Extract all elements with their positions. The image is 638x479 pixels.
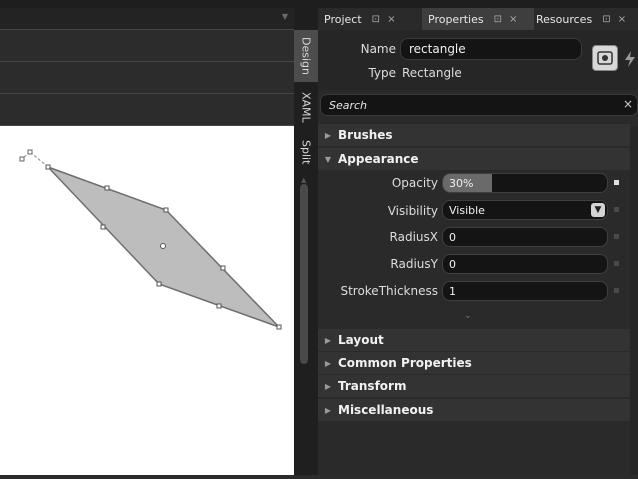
element-header: Name rectangle Type Rectangle [318,30,638,90]
resize-handle[interactable] [220,265,226,271]
radiusy-label: RadiusY [390,257,438,271]
type-value: Rectangle [402,66,462,80]
visibility-value: Visible [449,203,485,217]
section-brushes[interactable]: ▶ Brushes [318,124,630,146]
opacity-slider[interactable]: 30% [442,173,608,193]
search-input[interactable]: Search × [320,94,638,116]
collapsed-triangle-icon: ▶ [324,381,332,391]
section-transform-label: Transform [338,379,407,393]
radiusx-field[interactable]: 0 [442,227,608,247]
opacity-label: Opacity [391,176,438,190]
resize-handle[interactable] [156,281,162,287]
view-mode-icon[interactable] [592,45,618,71]
expand-more-icon[interactable]: ⌄ [464,311,472,321]
float-close-icon[interactable]: ⊡ × [494,14,520,25]
tab-resources-label: Resources [536,12,593,26]
section-transform[interactable]: ▶ Transform [318,375,630,397]
section-common-label: Common Properties [338,356,472,370]
property-marker[interactable] [614,234,619,239]
resize-handle[interactable] [216,303,222,309]
tab-resources[interactable]: Resources ⊡ × [530,8,638,30]
toolbar-row-1 [0,30,294,62]
clear-search-icon[interactable]: × [623,97,633,111]
tab-project-label: Project [324,12,362,26]
type-label: Type [368,66,396,80]
property-marker[interactable] [614,288,619,293]
events-lightning-icon[interactable] [622,45,638,71]
rotate-handle[interactable] [27,149,33,155]
visibility-select[interactable]: Visible ▼ [442,200,608,220]
section-appearance[interactable]: ▼ Appearance [318,148,630,170]
section-layout[interactable]: ▶ Layout [318,329,630,351]
toolbar-row-3 [0,94,294,126]
center-point-handle[interactable] [160,243,166,249]
chevron-down-icon[interactable]: ▼ [591,203,605,217]
property-marker[interactable] [614,207,619,212]
panel-tab-bar: Project ⊡ × Properties ⊡ × Resources ⊡ × [318,8,638,30]
tab-properties[interactable]: Properties ⊡ × [422,8,534,30]
float-close-icon[interactable]: ⊡ × [602,14,628,25]
resize-handle[interactable] [276,324,282,330]
properties-scrollbar[interactable] [630,126,638,475]
design-canvas[interactable] [0,126,294,475]
rectangle-shape[interactable] [0,126,294,475]
visibility-label: Visibility [387,204,438,218]
property-marker[interactable] [614,180,619,185]
collapsed-triangle-icon: ▶ [324,405,332,415]
section-miscellaneous[interactable]: ▶ Miscellaneous [318,399,630,421]
scrollbar-thumb[interactable] [300,184,308,364]
resize-handle[interactable] [104,185,110,191]
resize-handle[interactable] [163,207,169,213]
search-placeholder: Search [329,98,368,112]
document-tab-strip: ▼ [0,8,294,30]
collapsed-triangle-icon: ▶ [324,335,332,345]
radiusy-field[interactable]: 0 [442,254,608,274]
section-brushes-label: Brushes [338,128,393,142]
tab-xaml[interactable]: XAML [294,84,318,130]
property-marker[interactable] [614,261,619,266]
dropdown-triangle-icon[interactable]: ▼ [282,12,288,21]
strokethickness-field[interactable]: 1 [442,281,608,301]
panel-top-edge [318,0,638,8]
tab-project[interactable]: Project ⊡ × [318,8,424,30]
opacity-value: 30% [449,176,474,190]
tab-design[interactable]: Design [294,30,318,82]
section-appearance-label: Appearance [338,152,419,166]
expanded-triangle-icon: ▼ [324,154,332,164]
section-misc-label: Miscellaneous [338,403,434,417]
collapsed-triangle-icon: ▶ [324,130,332,140]
float-close-icon[interactable]: ⊡ × [372,14,398,25]
tab-split[interactable]: Split [294,132,318,172]
resize-handle[interactable] [45,164,51,170]
resize-handle[interactable] [100,224,106,230]
tab-properties-label: Properties [428,12,484,26]
rotate-handle[interactable] [19,156,25,162]
name-field[interactable]: rectangle [400,38,582,60]
toolbar-row-2 [0,62,294,94]
vertical-scrollbar[interactable] [300,170,310,370]
section-common-properties[interactable]: ▶ Common Properties [318,352,630,374]
name-label: Name [360,42,396,56]
strokethickness-label: StrokeThickness [340,284,438,298]
collapsed-triangle-icon: ▶ [324,358,332,368]
radiusx-label: RadiusX [389,230,438,244]
section-layout-label: Layout [338,333,384,347]
